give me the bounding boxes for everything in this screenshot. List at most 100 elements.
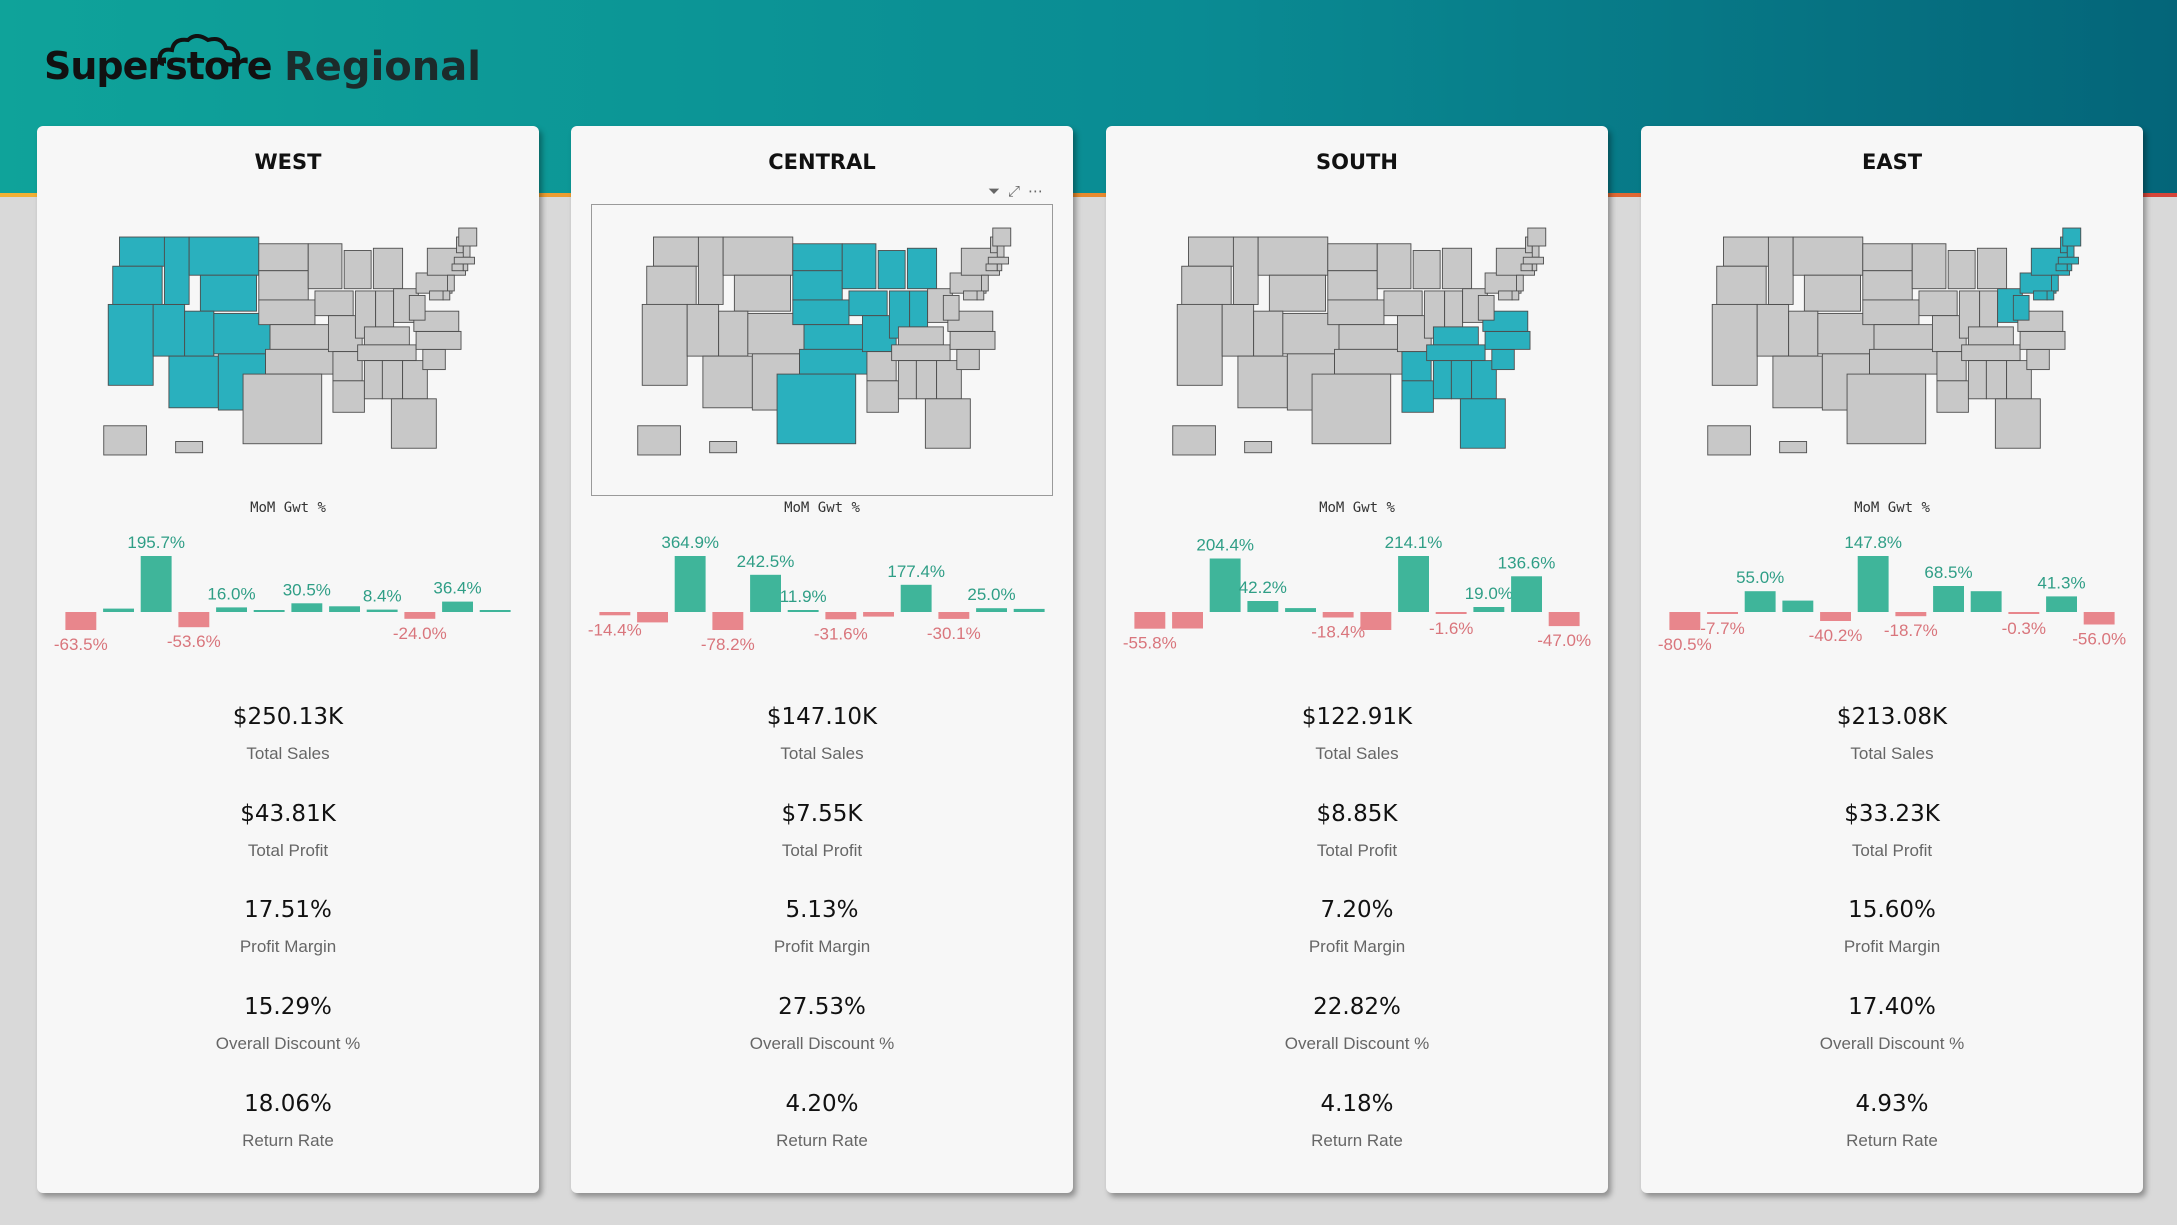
state-ks[interactable] <box>803 324 863 350</box>
us-map[interactable] <box>631 226 1013 466</box>
mom-growth-chart[interactable]: -55.8% 204.4% 42.2% -18.4% 214.1% -1.6% 19.0% 1… <box>1106 532 1608 672</box>
state-mt[interactable] <box>722 236 794 276</box>
bar[interactable] <box>976 608 1007 612</box>
state-de[interactable] <box>1511 290 1520 301</box>
region-card-central[interactable]: CENTRAL ⏷⤢⋯ MoM Gwt % -14.4% 364.9% -78.2%… <box>571 126 1073 1193</box>
us-map[interactable] <box>1701 226 2083 466</box>
state-ut[interactable] <box>1253 310 1284 357</box>
state-wi[interactable] <box>343 250 372 290</box>
us-map[interactable] <box>97 226 479 466</box>
state-wv[interactable] <box>2012 294 2030 321</box>
state-de[interactable] <box>2046 290 2055 301</box>
state-nj[interactable] <box>2051 274 2059 292</box>
state-pa[interactable] <box>949 272 987 294</box>
state-al[interactable] <box>1450 360 1473 400</box>
state-mi[interactable] <box>1441 247 1473 290</box>
state-ca[interactable] <box>107 303 154 386</box>
bar[interactable] <box>674 556 706 612</box>
us-map-svg[interactable] <box>1166 226 1548 466</box>
bar[interactable] <box>65 612 97 630</box>
us-map-svg[interactable] <box>97 226 479 466</box>
state-tx[interactable] <box>1311 373 1392 445</box>
state-wa[interactable] <box>653 236 699 267</box>
state-or[interactable] <box>1181 265 1232 305</box>
state-mi[interactable] <box>372 247 404 290</box>
state-ky[interactable] <box>363 326 410 346</box>
bar[interactable] <box>1322 612 1354 618</box>
state-ct[interactable] <box>1520 263 1533 272</box>
bar[interactable] <box>329 606 360 612</box>
state-tx[interactable] <box>242 373 323 445</box>
state-nc[interactable] <box>415 330 462 350</box>
us-map[interactable] <box>1166 226 1548 466</box>
bar[interactable] <box>712 612 744 630</box>
mom-growth-chart[interactable]: -14.4% 364.9% -78.2% 242.5% 11.9% -31.6% 177.4… <box>571 532 1073 672</box>
state-hi[interactable] <box>1779 441 1808 454</box>
bar[interactable] <box>825 612 857 620</box>
state-tn[interactable] <box>891 344 951 362</box>
bar[interactable] <box>1820 612 1851 621</box>
bar[interactable] <box>1707 612 1738 614</box>
state-sc[interactable] <box>422 348 446 371</box>
state-fl[interactable] <box>1459 398 1506 449</box>
state-az[interactable] <box>1237 355 1288 409</box>
region-card-east[interactable]: EAST MoM Gwt % -80.5% -7.7% 55.0% -40.2% 147… <box>1641 126 2143 1193</box>
state-me[interactable] <box>1527 227 1547 247</box>
state-wa[interactable] <box>1723 236 1769 267</box>
state-ia[interactable] <box>314 290 354 317</box>
state-ne[interactable] <box>792 299 850 326</box>
state-sd[interactable] <box>258 270 309 301</box>
bar[interactable] <box>2046 596 2077 612</box>
state-al[interactable] <box>381 360 404 400</box>
focus-mode-icon[interactable]: ⤢ <box>1008 182 1028 200</box>
more-options-icon[interactable]: ⋯ <box>1028 182 1051 200</box>
state-pa[interactable] <box>2019 272 2057 294</box>
state-az[interactable] <box>1772 355 1823 409</box>
state-ok[interactable] <box>265 348 334 375</box>
state-md[interactable] <box>429 290 444 301</box>
state-wa[interactable] <box>1188 236 1234 267</box>
state-mi[interactable] <box>1976 247 2008 290</box>
state-sd[interactable] <box>792 270 843 301</box>
state-ma[interactable] <box>453 256 475 265</box>
state-ri[interactable] <box>2066 263 2073 272</box>
bar[interactable] <box>1669 612 1701 630</box>
state-nd[interactable] <box>1862 243 1913 272</box>
state-nd[interactable] <box>1327 243 1378 272</box>
bar[interactable] <box>787 610 819 612</box>
state-ok[interactable] <box>1334 348 1403 375</box>
state-la[interactable] <box>332 380 365 413</box>
state-nj[interactable] <box>981 274 989 292</box>
bar[interactable] <box>637 612 668 623</box>
bar[interactable] <box>1511 576 1542 612</box>
state-in[interactable] <box>1444 290 1464 328</box>
state-tn[interactable] <box>1426 344 1486 362</box>
state-ca[interactable] <box>1711 303 1758 386</box>
state-in[interactable] <box>1979 290 1999 328</box>
state-pa[interactable] <box>1484 272 1522 294</box>
bar[interactable] <box>178 612 210 628</box>
bar[interactable] <box>1548 612 1580 627</box>
state-wy[interactable] <box>1803 274 1861 312</box>
state-in[interactable] <box>909 290 929 328</box>
bar[interactable] <box>900 584 932 612</box>
state-nd[interactable] <box>258 243 309 272</box>
bar[interactable] <box>1247 601 1279 612</box>
state-me[interactable] <box>2062 227 2082 247</box>
bar[interactable] <box>599 612 631 616</box>
state-ma[interactable] <box>987 256 1009 265</box>
state-nv[interactable] <box>1221 303 1255 357</box>
state-ca[interactable] <box>1176 303 1223 386</box>
bar[interactable] <box>404 612 436 619</box>
state-tx[interactable] <box>1846 373 1927 445</box>
state-wv[interactable] <box>942 294 960 321</box>
state-md[interactable] <box>1498 290 1513 301</box>
state-la[interactable] <box>1936 380 1969 413</box>
us-map-svg[interactable] <box>1701 226 2083 466</box>
state-nj[interactable] <box>447 274 455 292</box>
region-card-south[interactable]: SOUTH MoM Gwt % -55.8% 204.4% 42.2% -18.4% 2… <box>1106 126 1608 1193</box>
bar[interactable] <box>291 603 323 612</box>
bar[interactable] <box>2083 612 2115 625</box>
state-mn[interactable] <box>307 243 343 290</box>
state-id[interactable] <box>697 236 724 305</box>
